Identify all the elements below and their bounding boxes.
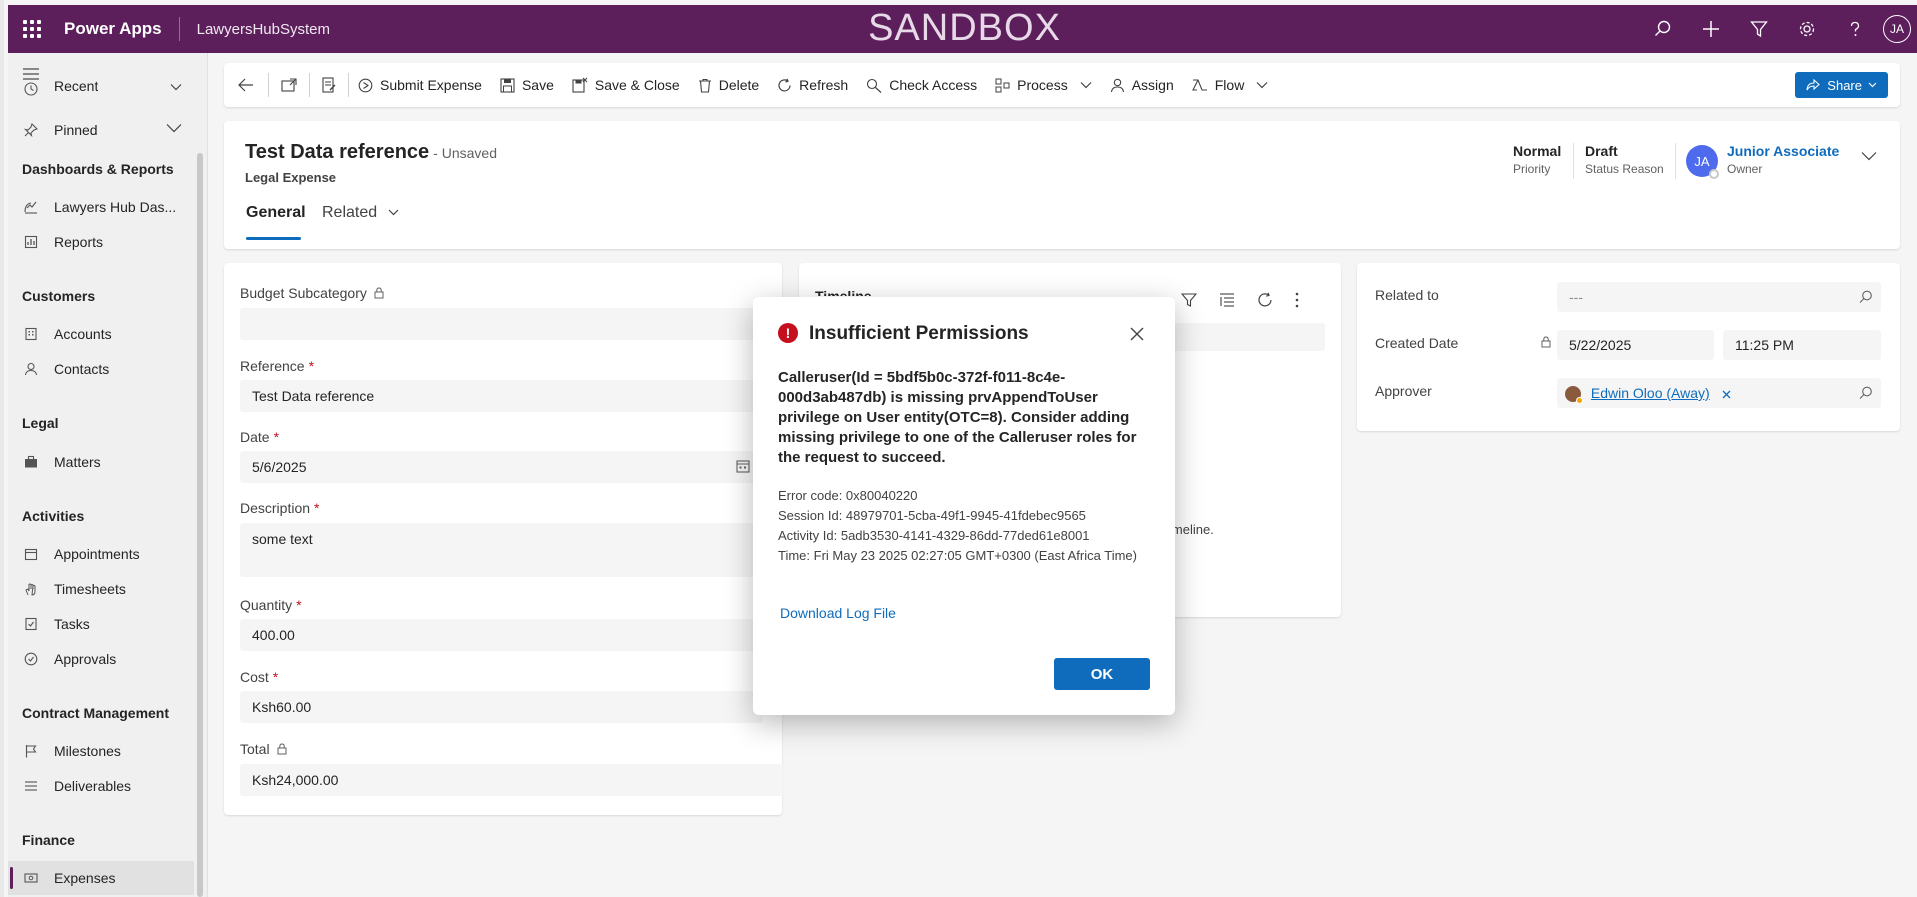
session-id: Session Id: 48979701-5cba-49f1-9945-41fd… bbox=[778, 508, 1086, 523]
error-code: Error code: 0x80040220 bbox=[778, 488, 918, 503]
ok-button[interactable]: OK bbox=[1054, 658, 1150, 690]
error-time: Time: Fri May 23 2025 02:27:05 GMT+0300 … bbox=[778, 548, 1137, 563]
dialog-title: Insufficient Permissions bbox=[809, 323, 1029, 344]
activity-id: Activity Id: 5adb3530-4141-4329-86dd-77d… bbox=[778, 528, 1090, 543]
error-message: Calleruser(Id = 5bdf5b0c-372f-f011-8c4e-… bbox=[778, 369, 1137, 466]
error-dialog: ! Insufficient Permissions Calleruser(Id… bbox=[753, 297, 1175, 715]
dialog-close-button[interactable] bbox=[1125, 322, 1149, 346]
download-log-link[interactable]: Download Log File bbox=[780, 605, 896, 621]
close-icon bbox=[1130, 327, 1144, 341]
error-details: Error code: 0x80040220 Session Id: 48979… bbox=[778, 486, 1150, 566]
app-frame: Power Apps LawyersHubSystem SANDBOX JA R… bbox=[0, 0, 1917, 897]
error-icon: ! bbox=[778, 323, 798, 343]
